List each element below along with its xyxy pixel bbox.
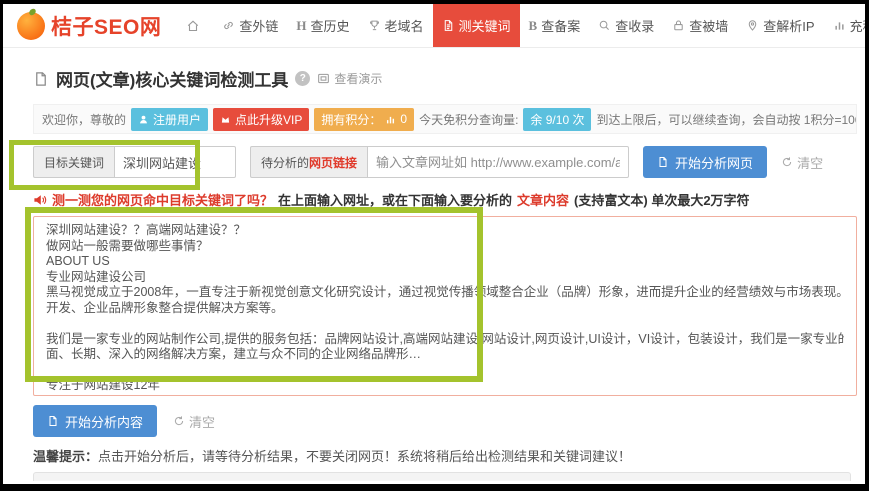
page-title: 网页(文章)核心关键词检测工具 xyxy=(56,66,288,91)
page-doc-icon xyxy=(33,71,49,87)
help-icon[interactable]: ? xyxy=(295,71,310,86)
chart-icon xyxy=(385,114,396,125)
hint-question: 测一测您的网页命中目标关键词了吗？ xyxy=(52,190,273,209)
hint-mid: 在上面输入网址，或在下面输入要分析的 xyxy=(278,190,512,209)
trophy-icon xyxy=(368,19,381,32)
nav-item-icp-lookup[interactable]: B 查备案 xyxy=(520,4,590,47)
brand-name: 桔子SEO网 xyxy=(51,11,161,41)
chart-icon xyxy=(833,19,846,32)
refresh-icon xyxy=(173,415,185,427)
letter-b-icon: B xyxy=(529,18,538,34)
upgrade-vip-badge[interactable]: 点此升级VIP xyxy=(213,108,309,131)
account-status-bar: 欢迎你，尊敬的 注册用户 点此升级VIP 拥有积分： 0 今天免积分查询量: 余… xyxy=(33,104,857,134)
nav-item-keyword-check[interactable]: 测关键词 xyxy=(433,4,520,47)
clear-content-link[interactable]: 清空 xyxy=(173,412,215,431)
content-line: ABOUT US xyxy=(46,254,844,270)
hint-tail: (支持富文本) 单次最大2万字符 xyxy=(574,190,750,209)
article-url-input[interactable] xyxy=(367,146,629,178)
content-line: 做网站一般需要做哪些事情？ xyxy=(46,239,844,255)
doc-icon xyxy=(47,415,59,427)
browser-page: 桔子SEO网 查外链 H 查历史 老域名 测关键词 xyxy=(3,4,865,484)
orange-logo-icon xyxy=(17,12,45,40)
greeting-text: 欢迎你，尊敬的 xyxy=(42,111,126,128)
actions-row: 开始分析内容 清空 xyxy=(33,405,857,437)
tip-label: 温馨提示： xyxy=(33,449,98,464)
hint-em2: 文章内容 xyxy=(517,190,569,209)
content-line: 深圳网站建设？？高端网站建设？？ xyxy=(46,223,844,239)
search-icon xyxy=(598,19,611,32)
keyword-label: 目标关键词 xyxy=(33,146,114,178)
content-line: 158-9975-0475 xyxy=(46,394,844,397)
user-icon xyxy=(138,114,149,125)
content-line: 黑马视觉成立于2008年，一直专注于新视觉创意文化研究设计，通过视觉传播领域整合… xyxy=(46,285,844,301)
clear-url-link[interactable]: 清空 xyxy=(781,153,823,172)
content-line: 面、长期、深入的网络解决方案，建立与众不同的企业网络品牌形… xyxy=(46,347,844,363)
doc-icon xyxy=(657,156,669,168)
url-input-group: 待分析的网页链接 xyxy=(250,146,629,178)
speaker-icon xyxy=(33,193,47,207)
demo-screen-icon xyxy=(317,72,330,85)
doc-icon xyxy=(442,19,455,32)
main-content: 网页(文章)核心关键词检测工具 ? 查看演示 欢迎你，尊敬的 注册用户 点此升级… xyxy=(33,66,857,481)
pin-icon xyxy=(746,19,759,32)
analyze-form: 目标关键词 待分析的网页链接 开始分析网页 清空 xyxy=(33,146,857,178)
top-navbar: 桔子SEO网 查外链 H 查历史 老域名 测关键词 xyxy=(3,4,865,48)
quota-note: 到达上限后，可以继续查询，会自动按 1积分=100次 兑换查询量， xyxy=(596,111,857,128)
lock-icon xyxy=(672,19,685,32)
view-demo-link[interactable]: 查看演示 xyxy=(317,70,382,87)
nav-menu: 查外链 H 查历史 老域名 测关键词 B 查备案 查收录 xyxy=(177,4,865,47)
points-badge[interactable]: 拥有积分： 0 xyxy=(314,108,414,131)
nav-item-home[interactable] xyxy=(177,4,213,47)
nav-item-recharge-points[interactable]: 充积分 xyxy=(824,4,865,47)
nav-item-history[interactable]: H 查历史 xyxy=(287,4,358,47)
content-line: 我们是一家专业的网站制作公司,提供的服务包括：品牌网站设计,高端网站建设,网站设… xyxy=(46,332,844,348)
analyze-content-button[interactable]: 开始分析内容 xyxy=(33,405,157,437)
nav-item-dns-ip[interactable]: 查解析IP xyxy=(737,4,823,47)
url-label: 待分析的网页链接 xyxy=(250,146,367,178)
refresh-icon xyxy=(781,156,793,168)
keyword-input-group: 目标关键词 xyxy=(33,146,236,178)
content-line: 专注于网站建设12年 xyxy=(46,378,844,394)
content-line: 开发、企业品牌形象整合提供解决方案等。 xyxy=(46,301,844,317)
crown-icon xyxy=(220,114,231,125)
site-logo[interactable]: 桔子SEO网 xyxy=(17,11,161,41)
nav-item-old-domains[interactable]: 老域名 xyxy=(359,4,433,47)
nav-item-index-check[interactable]: 查收录 xyxy=(589,4,663,47)
letter-h-icon: H xyxy=(296,18,306,34)
title-row: 网页(文章)核心关键词检测工具 ? 查看演示 xyxy=(33,66,857,91)
content-line xyxy=(46,316,844,332)
quota-label: 今天免积分查询量: xyxy=(419,111,518,128)
next-panel-edge xyxy=(33,472,851,481)
article-content-textarea[interactable]: 深圳网站建设？？高端网站建设？？ 做网站一般需要做哪些事情？ ABOUT US … xyxy=(33,216,857,396)
nav-item-wall-check[interactable]: 查被墙 xyxy=(663,4,737,47)
registered-user-badge[interactable]: 注册用户 xyxy=(131,108,208,131)
analyze-url-button[interactable]: 开始分析网页 xyxy=(643,146,767,178)
nav-item-backlinks[interactable]: 查外链 xyxy=(213,4,287,47)
link-icon xyxy=(222,19,235,32)
home-icon xyxy=(186,19,200,33)
tip-text: 点击开始分析后，请等待分析结果，不要关闭网页！系统将稍后给出检测结果和关键词建议… xyxy=(98,449,631,464)
hint-row: 测一测您的网页命中目标关键词了吗？ 在上面输入网址，或在下面输入要分析的 文章内… xyxy=(33,190,857,209)
quota-remaining-badge: 余 9/10 次 xyxy=(523,108,591,131)
keyword-input[interactable] xyxy=(114,146,236,178)
content-line: 专业网站建设公司 xyxy=(46,270,844,286)
content-line xyxy=(46,363,844,379)
tip-row: 温馨提示：点击开始分析后，请等待分析结果，不要关闭网页！系统将稍后给出检测结果和… xyxy=(33,446,857,465)
